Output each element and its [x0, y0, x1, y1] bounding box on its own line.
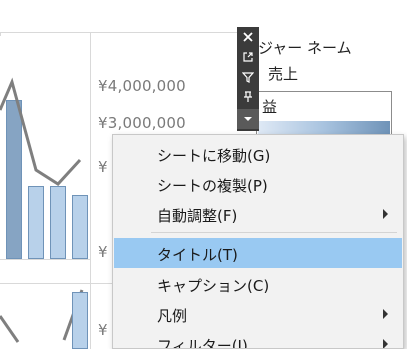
menu-item-label: フィルター(I) [157, 337, 248, 349]
menu-separator [151, 232, 397, 233]
line-series-upper [0, 77, 82, 186]
filter-icon[interactable] [237, 67, 259, 87]
submenu-arrow-icon [383, 339, 388, 348]
menu-item-label: シートの複製(P) [157, 177, 268, 195]
menu-item-go-to-sheet[interactable]: シートに移動(G) [114, 139, 402, 169]
popout-icon[interactable] [237, 47, 259, 67]
line-series-lower [0, 315, 20, 343]
line-series [0, 77, 84, 343]
color-legend-gradient [258, 121, 390, 135]
menu-item-label: タイトル(T) [157, 246, 238, 264]
close-icon[interactable] [237, 27, 259, 47]
menu-item-label: シートに移動(G) [157, 147, 271, 165]
menu-item-label: 自動調整(F) [157, 207, 238, 225]
field-sales-text: 売上 [268, 65, 299, 83]
menu-item-filter[interactable]: フィルター(I) [114, 329, 402, 349]
submenu-arrow-icon [383, 209, 388, 219]
menu-item-label: キャプション(C) [157, 277, 270, 295]
pin-icon[interactable] [237, 87, 259, 107]
field-name-text: ジャー ネーム [258, 39, 352, 57]
submenu-arrow-icon [383, 309, 388, 319]
bar[interactable] [72, 292, 88, 349]
sheet-toolbar [237, 27, 259, 131]
menu-item-caption[interactable]: キャプション(C) [114, 269, 402, 299]
menu-item-title[interactable]: タイトル(T) [114, 238, 402, 268]
context-menu: シートに移動(G) シートの複製(P) 自動調整(F) タイトル(T) キャプシ… [112, 134, 404, 349]
dropdown-arrow-icon[interactable] [237, 109, 259, 129]
menu-item-duplicate-sheet[interactable]: シートの複製(P) [114, 169, 402, 199]
menu-item-label: 凡例 [157, 307, 188, 325]
chart-baseline [0, 259, 90, 260]
menu-item-fit[interactable]: 自動調整(F) [114, 199, 402, 229]
menu-item-legend[interactable]: 凡例 [114, 299, 402, 329]
legend-title: 益 [262, 98, 278, 116]
